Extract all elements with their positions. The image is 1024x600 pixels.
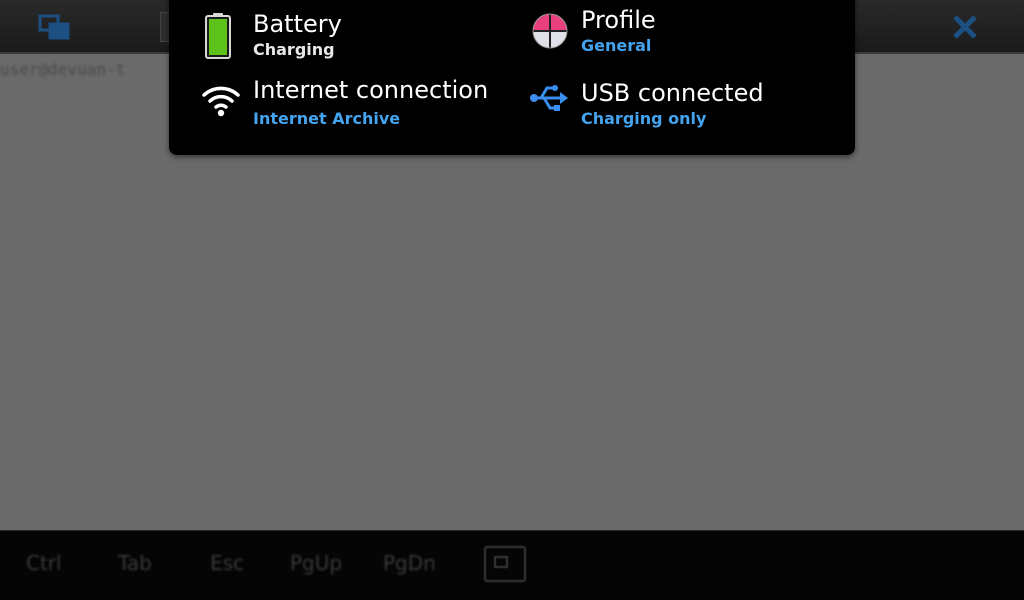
keyboard-toggle-icon[interactable] <box>484 546 526 582</box>
key-pgdn[interactable]: PgDn <box>383 551 436 575</box>
status-item-battery[interactable]: Battery Charging <box>169 0 509 64</box>
status-item-profile[interactable]: Profile General <box>519 0 849 64</box>
internet-title: Internet connection <box>253 76 489 104</box>
key-tab[interactable]: Tab <box>118 551 152 575</box>
usb-title: USB connected <box>581 79 764 107</box>
close-icon[interactable] <box>950 12 980 42</box>
usb-subtitle: Charging only <box>581 109 707 128</box>
key-ctrl[interactable]: Ctrl <box>26 551 62 575</box>
status-item-usb[interactable]: USB connected Charging only <box>519 70 849 134</box>
profile-icon <box>532 13 568 49</box>
battery-title: Battery <box>253 10 342 38</box>
battery-icon <box>205 13 231 59</box>
usb-icon <box>530 85 568 111</box>
screen: user@devuan-t Ctrl Tab Esc PgUp PgDn Bat… <box>0 0 1024 600</box>
internet-subtitle: Internet Archive <box>253 109 401 128</box>
key-esc[interactable]: Esc <box>210 551 244 575</box>
profile-subtitle: General <box>581 36 652 55</box>
status-menu: Battery Charging Profile General Interne… <box>169 0 855 155</box>
battery-subtitle: Charging <box>253 40 335 59</box>
wifi-icon <box>202 86 240 117</box>
profile-title: Profile <box>581 6 656 34</box>
window-switch-icon[interactable] <box>36 12 74 42</box>
terminal-prompt: user@devuan-t <box>0 60 126 79</box>
status-item-internet[interactable]: Internet connection Internet Archive <box>169 70 509 134</box>
key-pgup[interactable]: PgUp <box>290 551 342 575</box>
